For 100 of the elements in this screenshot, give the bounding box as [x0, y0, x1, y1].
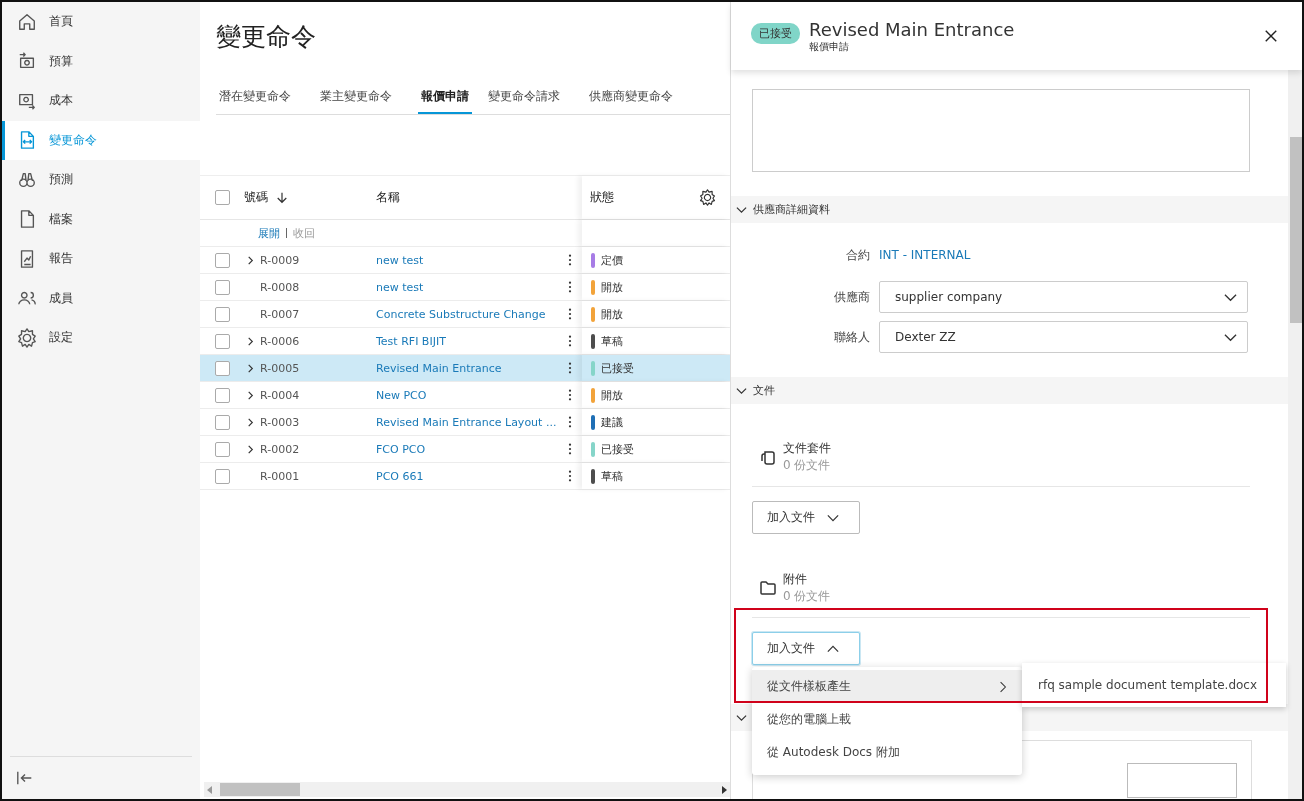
table-row[interactable]: R-0003 Revised Main Entrance Layout ... 建議 [200, 409, 730, 436]
table-row[interactable]: R-0007 Concrete Substructure Change 開放 [200, 301, 730, 328]
sidebar-item[interactable]: 設定 [2, 318, 200, 358]
more-options-icon[interactable] [568, 308, 572, 320]
checkbox[interactable] [214, 360, 230, 376]
sidebar-item[interactable]: 成員 [2, 278, 200, 318]
sidebar-item[interactable]: 報告 [2, 239, 200, 279]
panel-title: Revised Main Entrance [809, 18, 1016, 40]
add-document-button[interactable]: 加入文件 [752, 501, 860, 534]
column-header[interactable]: 名稱 [376, 189, 400, 206]
sidebar-item[interactable]: 預算 [2, 41, 200, 81]
sidebar-item[interactable]: 檔案 [2, 199, 200, 239]
table-row[interactable]: R-0008 new test 開放 [200, 274, 730, 301]
supplier-dropdown[interactable]: supplier company [879, 281, 1248, 313]
add-document-button[interactable]: 加入文件 [752, 632, 860, 665]
checkbox[interactable] [214, 387, 230, 403]
status-text: 定價 [601, 252, 623, 268]
record-link[interactable]: Revised Main Entrance Layout ... [376, 415, 557, 429]
more-options-icon[interactable] [568, 470, 572, 482]
sidebar-item[interactable]: 首頁 [2, 2, 200, 42]
sidebar-item[interactable]: 預測 [2, 160, 200, 200]
table-row[interactable]: R-0005 Revised Main Entrance 已接受 [200, 355, 730, 382]
folder-icon [759, 579, 777, 597]
table-row[interactable]: R-0009 new test 定價 [200, 247, 730, 274]
record-link[interactable]: Concrete Substructure Change [376, 307, 546, 321]
chevron-down-icon [736, 385, 747, 396]
checkbox[interactable] [214, 441, 230, 457]
field-label: 聯絡人 [833, 328, 870, 346]
tab[interactable]: 變更命令請求 [485, 84, 573, 114]
table-cell: R-0007 [260, 307, 300, 321]
more-options-icon[interactable] [568, 362, 572, 374]
record-link[interactable]: PCO 661 [376, 469, 424, 483]
close-icon[interactable] [1264, 29, 1278, 43]
tab[interactable]: 業主變更命令 [317, 84, 405, 114]
contract-link[interactable]: INT - INTERNAL [879, 248, 971, 262]
table-cell: R-0001 [260, 469, 300, 483]
chevron-right-icon[interactable] [246, 444, 255, 454]
tab[interactable]: 潛在變更命令 [216, 84, 304, 114]
collapse-sidebar-icon[interactable] [16, 769, 34, 787]
table-row[interactable]: R-0001 PCO 661 草稿 [200, 463, 730, 490]
menu-item[interactable]: 從文件樣板產生 [752, 670, 1022, 703]
checkbox[interactable] [214, 279, 230, 295]
chevron-down-icon [736, 712, 747, 723]
table-cell: R-0002 [260, 442, 300, 456]
tab[interactable]: 供應商變更命令 [586, 84, 686, 114]
table-cell: R-0008 [260, 280, 300, 294]
horizontal-scrollbar[interactable] [204, 782, 730, 797]
panel-subtitle: 報價申請 [809, 39, 850, 54]
settings-icon[interactable] [699, 189, 716, 206]
tab[interactable]: 報價申請 [418, 84, 472, 114]
arrow-down-icon[interactable] [276, 191, 288, 204]
more-options-icon[interactable] [568, 335, 572, 347]
document-count: 0 份文件 [783, 588, 831, 605]
record-link[interactable]: Test RFI BIJIT [376, 334, 446, 348]
record-link[interactable]: New PCO [376, 388, 427, 402]
chevron-down-icon [736, 204, 747, 215]
section-header[interactable]: 文件 [731, 377, 1288, 404]
checkbox[interactable] [214, 333, 230, 349]
more-options-icon[interactable] [568, 443, 572, 455]
menu-item[interactable]: rfq sample document template.docx [1022, 678, 1258, 692]
document-count: 0 份文件 [783, 457, 831, 474]
record-link[interactable]: new test [376, 280, 424, 294]
more-options-icon[interactable] [568, 389, 572, 401]
menu-item[interactable]: 從您的電腦上載 [752, 703, 1022, 736]
column-header[interactable]: 狀態 [590, 189, 614, 206]
copy-icon [759, 448, 777, 466]
contact-dropdown[interactable]: Dexter ZZ [879, 321, 1248, 353]
checkbox[interactable] [214, 468, 230, 484]
checkbox[interactable] [214, 252, 230, 268]
field-label: 合約 [845, 246, 870, 264]
section-header[interactable]: 供應商詳細資料 [731, 196, 1288, 223]
status-text: 開放 [601, 306, 623, 322]
chevron-right-icon[interactable] [246, 255, 255, 265]
table-cell: R-0009 [260, 253, 300, 267]
table-cell: R-0005 [260, 361, 300, 375]
expand-all-link[interactable]: 展開 [258, 225, 280, 241]
chevron-right-icon[interactable] [246, 336, 255, 346]
menu-item[interactable]: 從 Autodesk Docs 附加 [752, 736, 1022, 769]
vertical-scrollbar[interactable] [1288, 70, 1302, 799]
sidebar-item[interactable]: 成本 [2, 81, 200, 121]
column-header[interactable]: 號碼 [244, 189, 268, 206]
group-title: 附件 [783, 571, 808, 588]
record-link[interactable]: new test [376, 253, 424, 267]
more-options-icon[interactable] [568, 416, 572, 428]
table-row[interactable]: R-0002 FCO PCO 已接受 [200, 436, 730, 463]
chevron-right-icon[interactable] [246, 417, 255, 427]
status-text: 草稿 [601, 468, 623, 484]
settings-icon [17, 327, 37, 348]
record-link[interactable]: Revised Main Entrance [376, 361, 502, 375]
chevron-right-icon[interactable] [246, 390, 255, 400]
more-options-icon[interactable] [568, 254, 572, 266]
more-options-icon[interactable] [568, 281, 572, 293]
chevron-right-icon[interactable] [246, 363, 255, 373]
record-link[interactable]: FCO PCO [376, 442, 426, 456]
checkbox[interactable] [214, 414, 230, 430]
status-text: 草稿 [601, 333, 623, 349]
status-text: 已接受 [601, 441, 634, 457]
checkbox[interactable] [214, 190, 230, 205]
checkbox[interactable] [214, 306, 230, 322]
table-row[interactable]: R-0004 New PCO 開放 [200, 382, 730, 409]
